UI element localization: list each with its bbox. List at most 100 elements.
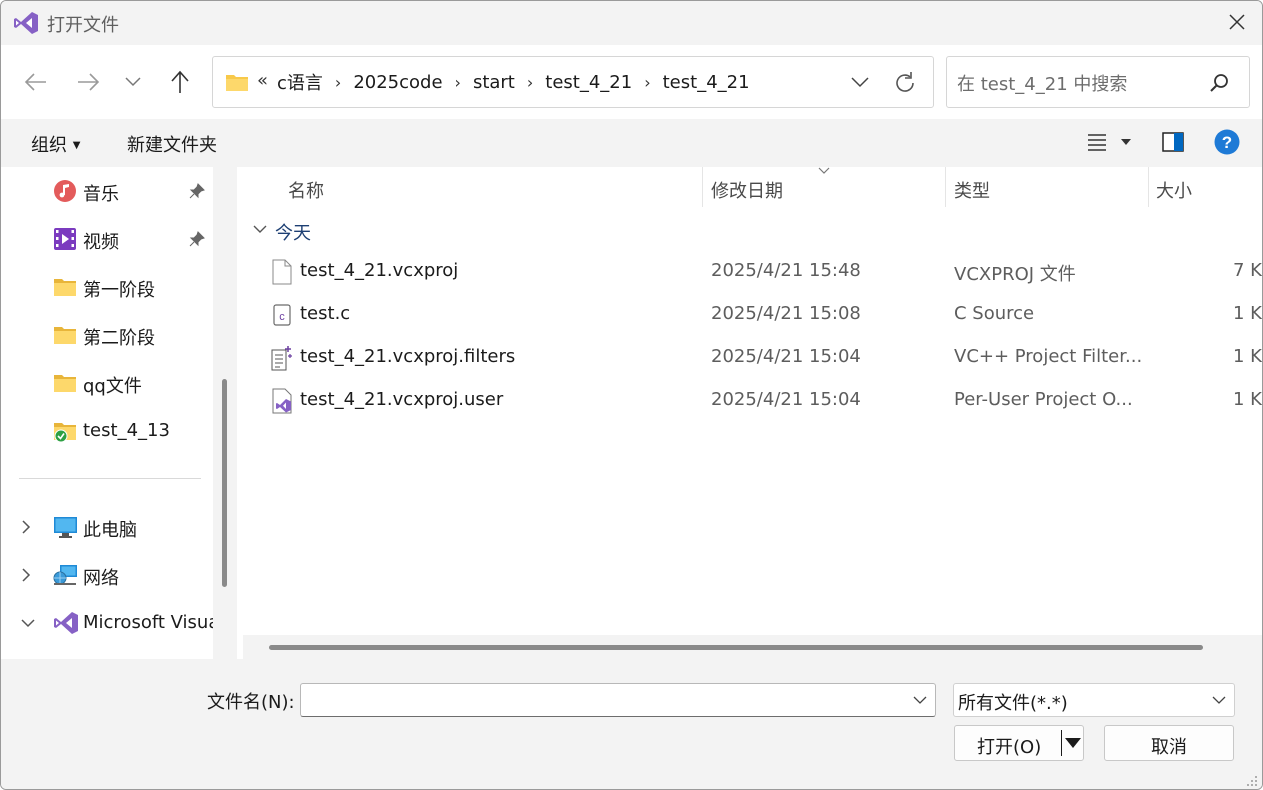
arrow-up-icon — [171, 70, 189, 93]
sidebar-item-test-4-13[interactable]: test_4_13 — [1, 409, 213, 453]
open-button[interactable]: 打开(O) — [954, 725, 1084, 761]
file-date: 2025/4/21 15:08 — [711, 303, 861, 324]
file-date: 2025/4/21 15:04 — [711, 346, 861, 367]
search-input[interactable]: 在 test_4_21 中搜索 — [946, 56, 1250, 108]
column-header-size[interactable]: 大小 — [1148, 167, 1262, 209]
sidebar-item-this-pc[interactable]: 此电脑 — [1, 505, 213, 549]
caret-down-icon: ▼ — [72, 140, 81, 151]
breadcrumb-item[interactable]: start — [473, 72, 515, 93]
file-row[interactable]: test_4_21.vcxproj.filters 2025/4/21 15:0… — [243, 337, 1262, 379]
c-source-icon: c — [273, 304, 291, 326]
column-header-type[interactable]: 类型 — [945, 167, 1148, 209]
new-folder-button[interactable]: 新建文件夹 — [127, 131, 217, 157]
window-title: 打开文件 — [47, 15, 119, 36]
sidebar-item-label: 网络 — [83, 568, 119, 589]
column-header-name[interactable]: 名称 — [243, 167, 702, 209]
svg-text:?: ? — [1222, 133, 1232, 152]
help-icon[interactable]: ? — [1214, 129, 1240, 155]
filename-field[interactable] — [300, 683, 936, 717]
sidebar-item-qq-files[interactable]: qq文件 — [1, 361, 213, 405]
cancel-button[interactable]: 取消 — [1104, 725, 1234, 761]
forward-button[interactable] — [73, 67, 103, 97]
column-header-label: 大小 — [1156, 181, 1192, 202]
document-icon — [272, 259, 292, 285]
breadcrumb-item[interactable]: c语言 — [277, 69, 323, 95]
sidebar-item-label: 第二阶段 — [83, 328, 155, 349]
breadcrumb-overflow[interactable]: « — [257, 70, 268, 91]
arrow-left-icon — [24, 73, 46, 91]
chevron-right-icon[interactable]: › — [335, 73, 341, 92]
breadcrumb-item[interactable]: test_4_21 — [545, 72, 632, 93]
chevron-down-icon[interactable] — [851, 72, 869, 92]
network-icon — [53, 565, 77, 585]
preview-pane-icon[interactable] — [1162, 132, 1184, 152]
chevron-down-icon[interactable] — [913, 695, 927, 705]
folder-icon — [54, 327, 76, 344]
recent-locations-button[interactable] — [118, 67, 148, 97]
chevron-right-icon[interactable]: › — [455, 73, 461, 92]
sidebar-item-network[interactable]: 网络 — [1, 553, 213, 597]
navigation-pane: 音乐 视频 第一阶段 第二阶段 qq文件 test_4_13 此电脑 网络 Mi… — [1, 167, 213, 659]
file-date: 2025/4/21 15:48 — [711, 260, 861, 281]
file-row[interactable]: test_4_21.vcxproj.user 2025/4/21 15:04 P… — [243, 380, 1262, 422]
filename-label: 文件名(N): — [207, 692, 295, 713]
sidebar-item-label: test_4_13 — [83, 420, 170, 441]
up-button[interactable] — [165, 67, 195, 97]
sidebar-item-stage-two[interactable]: 第二阶段 — [1, 313, 213, 357]
caret-down-icon[interactable] — [1065, 738, 1081, 748]
list-view-icon[interactable] — [1087, 133, 1107, 151]
horizontal-scrollbar-thumb[interactable] — [269, 645, 1203, 650]
file-type: C Source — [954, 303, 1035, 324]
folder-synced-icon — [54, 423, 76, 443]
chevron-down-icon — [253, 225, 267, 233]
sidebar-item-label: qq文件 — [83, 376, 142, 397]
pin-icon[interactable] — [189, 183, 205, 199]
file-type-select[interactable]: 所有文件(*.*) — [953, 683, 1235, 717]
sidebar-scrollbar-thumb[interactable] — [222, 379, 227, 587]
chevron-right-icon[interactable] — [21, 520, 31, 534]
command-bar: 组织 ▼ 新建文件夹 ? — [1, 119, 1262, 167]
computer-icon — [54, 517, 77, 538]
file-name: test_4_21.vcxproj — [300, 260, 459, 281]
dialog-footer: 文件名(N): 所有文件(*.*) 打开(O) 取消 — [1, 659, 1262, 789]
group-header-label: 今天 — [275, 223, 311, 244]
file-type: VC++ Project Filter... — [954, 346, 1143, 367]
chevron-right-icon[interactable]: › — [527, 73, 533, 92]
file-date: 2025/4/21 15:04 — [711, 389, 861, 410]
sidebar-item-visual-studio[interactable]: Microsoft Visua — [1, 601, 213, 645]
horizontal-scrollbar[interactable] — [243, 635, 1262, 659]
sidebar-item-label: 音乐 — [83, 184, 119, 205]
search-placeholder: 在 test_4_21 中搜索 — [957, 74, 1128, 95]
file-type: VCXPROJ 文件 — [954, 264, 1076, 285]
file-row[interactable]: test_4_21.vcxproj 2025/4/21 15:48 VCXPRO… — [243, 251, 1262, 293]
filters-file-icon — [271, 346, 292, 371]
resize-grip-icon[interactable] — [1246, 775, 1258, 787]
refresh-icon[interactable] — [893, 71, 917, 95]
file-row[interactable]: c test.c 2025/4/21 15:08 C Source 1 K — [243, 294, 1262, 336]
address-bar[interactable]: « c语言 › 2025code › start › test_4_21 › t… — [212, 56, 934, 108]
file-size: 1 K — [1233, 346, 1262, 367]
open-button-label: 打开(O) — [977, 737, 1042, 758]
chevron-right-icon[interactable] — [21, 568, 31, 582]
sidebar-item-video[interactable]: 视频 — [1, 217, 213, 261]
folder-icon — [226, 75, 248, 91]
breadcrumb-item[interactable]: test_4_21 — [663, 72, 750, 93]
chevron-right-icon[interactable]: › — [644, 73, 650, 92]
caret-down-icon[interactable] — [1121, 139, 1131, 145]
chevron-down-icon[interactable] — [21, 618, 35, 628]
sidebar-item-stage-one[interactable]: 第一阶段 — [1, 265, 213, 309]
file-name: test_4_21.vcxproj.user — [300, 389, 504, 410]
breadcrumb-item[interactable]: 2025code — [353, 72, 442, 93]
file-size: 1 K — [1233, 389, 1262, 410]
close-icon[interactable] — [1226, 11, 1248, 33]
column-header-label: 类型 — [954, 181, 990, 202]
file-name: test_4_21.vcxproj.filters — [300, 346, 516, 367]
sidebar-item-music[interactable]: 音乐 — [1, 169, 213, 213]
svg-text:c: c — [279, 311, 285, 323]
file-size: 1 K — [1233, 303, 1262, 324]
visual-studio-icon — [14, 12, 38, 34]
column-header-date[interactable]: 修改日期 — [702, 167, 945, 209]
back-button[interactable] — [21, 67, 51, 97]
pin-icon[interactable] — [189, 231, 205, 247]
organize-menu[interactable]: 组织 ▼ — [31, 131, 80, 157]
